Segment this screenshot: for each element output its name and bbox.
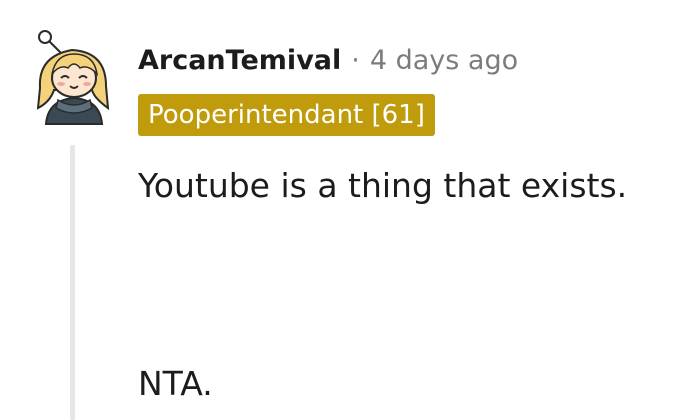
user-flair-badge: Pooperintendant [61] bbox=[138, 94, 435, 136]
comment-body-line: Youtube is a thing that exists. bbox=[138, 166, 628, 205]
snoo-avatar-icon[interactable] bbox=[34, 28, 114, 128]
separator-dot: · bbox=[351, 44, 360, 76]
thread-collapse-line[interactable] bbox=[70, 145, 75, 420]
comment: ArcanTemival · 4 days ago Pooperintendan… bbox=[0, 0, 700, 420]
timestamp-link[interactable]: 4 days ago bbox=[370, 45, 518, 76]
comment-body-line: NTA. bbox=[138, 364, 213, 403]
username-link[interactable]: ArcanTemival bbox=[138, 45, 341, 76]
comment-header: ArcanTemival · 4 days ago bbox=[138, 38, 518, 82]
